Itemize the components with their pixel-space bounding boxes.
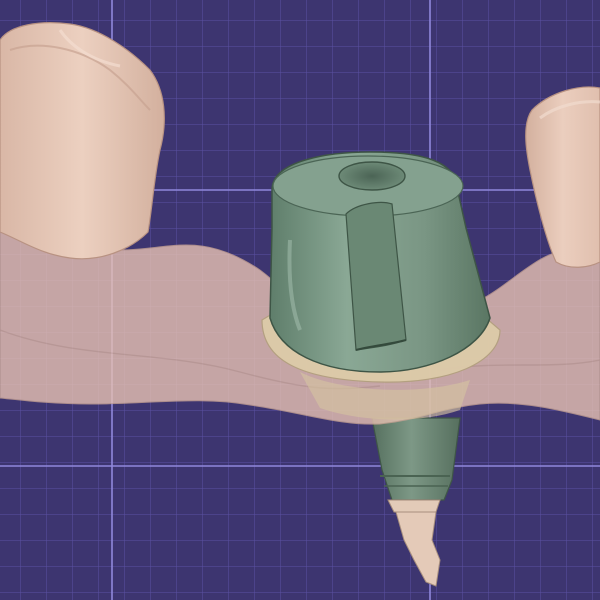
3d-viewport[interactable] xyxy=(0,0,600,600)
implant-abutment[interactable] xyxy=(269,151,491,373)
dental-implant-scene[interactable] xyxy=(0,0,600,600)
